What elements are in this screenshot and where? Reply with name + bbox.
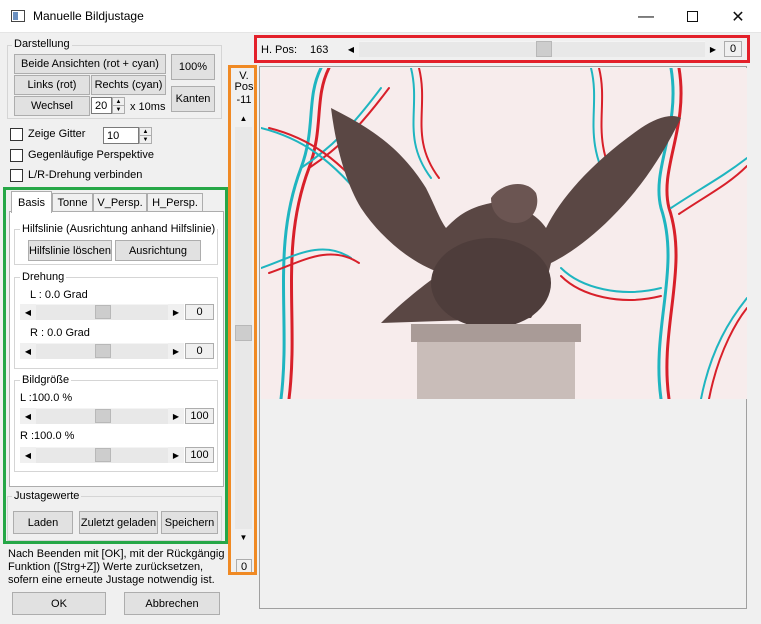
ok-button[interactable]: OK [12, 592, 106, 615]
window-icon [11, 10, 25, 22]
link-rotation-checkbox[interactable] [10, 169, 23, 182]
right-view-button[interactable]: Rechts (cyan) [91, 75, 166, 95]
edges-button[interactable]: Kanten [171, 86, 215, 112]
show-grid-label: Zeige Gitter [28, 128, 86, 140]
eagle-statue-image [261, 68, 747, 399]
zoom-100-button[interactable]: 100% [171, 54, 215, 80]
darstellung-label: Darstellung [12, 38, 72, 50]
toggle-button[interactable]: Wechsel [14, 96, 90, 116]
title-bar: Manuelle Bildjustage — ✕ [0, 0, 761, 33]
opposite-perspective-label: Gegenläufige Perspektive [28, 149, 154, 161]
show-grid-checkbox[interactable] [10, 128, 23, 141]
close-icon[interactable]: ✕ [715, 0, 761, 33]
vpos-highlight [228, 65, 257, 575]
grid-size-spinner[interactable]: ▲ ▼ [139, 127, 152, 144]
tab-basis[interactable]: Basis [11, 191, 52, 213]
interval-unit: x 10ms [130, 101, 166, 113]
grid-size-input[interactable]: 10 [103, 127, 139, 144]
minimize-icon[interactable]: — [623, 0, 669, 33]
window-title: Manuelle Bildjustage [33, 9, 144, 23]
spin-up-icon[interactable]: ▲ [140, 128, 151, 135]
spin-down-icon[interactable]: ▼ [113, 105, 124, 113]
hint-line-2: Funktion ([Strg+Z]) Werte zurücksetzen, [8, 561, 204, 573]
maximize-icon[interactable] [669, 0, 715, 33]
settings-highlight [3, 187, 228, 544]
image-view[interactable] [259, 66, 747, 609]
hpos-highlight [254, 35, 750, 63]
interval-input[interactable]: 20 [91, 97, 112, 114]
interval-spinner[interactable]: ▲ ▼ [112, 97, 125, 114]
cancel-button[interactable]: Abbrechen [124, 592, 220, 615]
opposite-perspective-checkbox[interactable] [10, 149, 23, 162]
anaglyph-photo [261, 68, 747, 399]
both-views-button[interactable]: Beide Ansichten (rot + cyan) [14, 54, 166, 74]
spin-up-icon[interactable]: ▲ [113, 98, 124, 105]
spin-down-icon[interactable]: ▼ [140, 135, 151, 143]
hint-line-1: Nach Beenden mit [OK], mit der Rückgängi… [8, 548, 225, 560]
hint-line-3: sofern eine erneute Justage notwendig is… [8, 574, 215, 586]
link-rotation-label: L/R-Drehung verbinden [28, 169, 143, 181]
left-view-button[interactable]: Links (rot) [14, 75, 90, 95]
